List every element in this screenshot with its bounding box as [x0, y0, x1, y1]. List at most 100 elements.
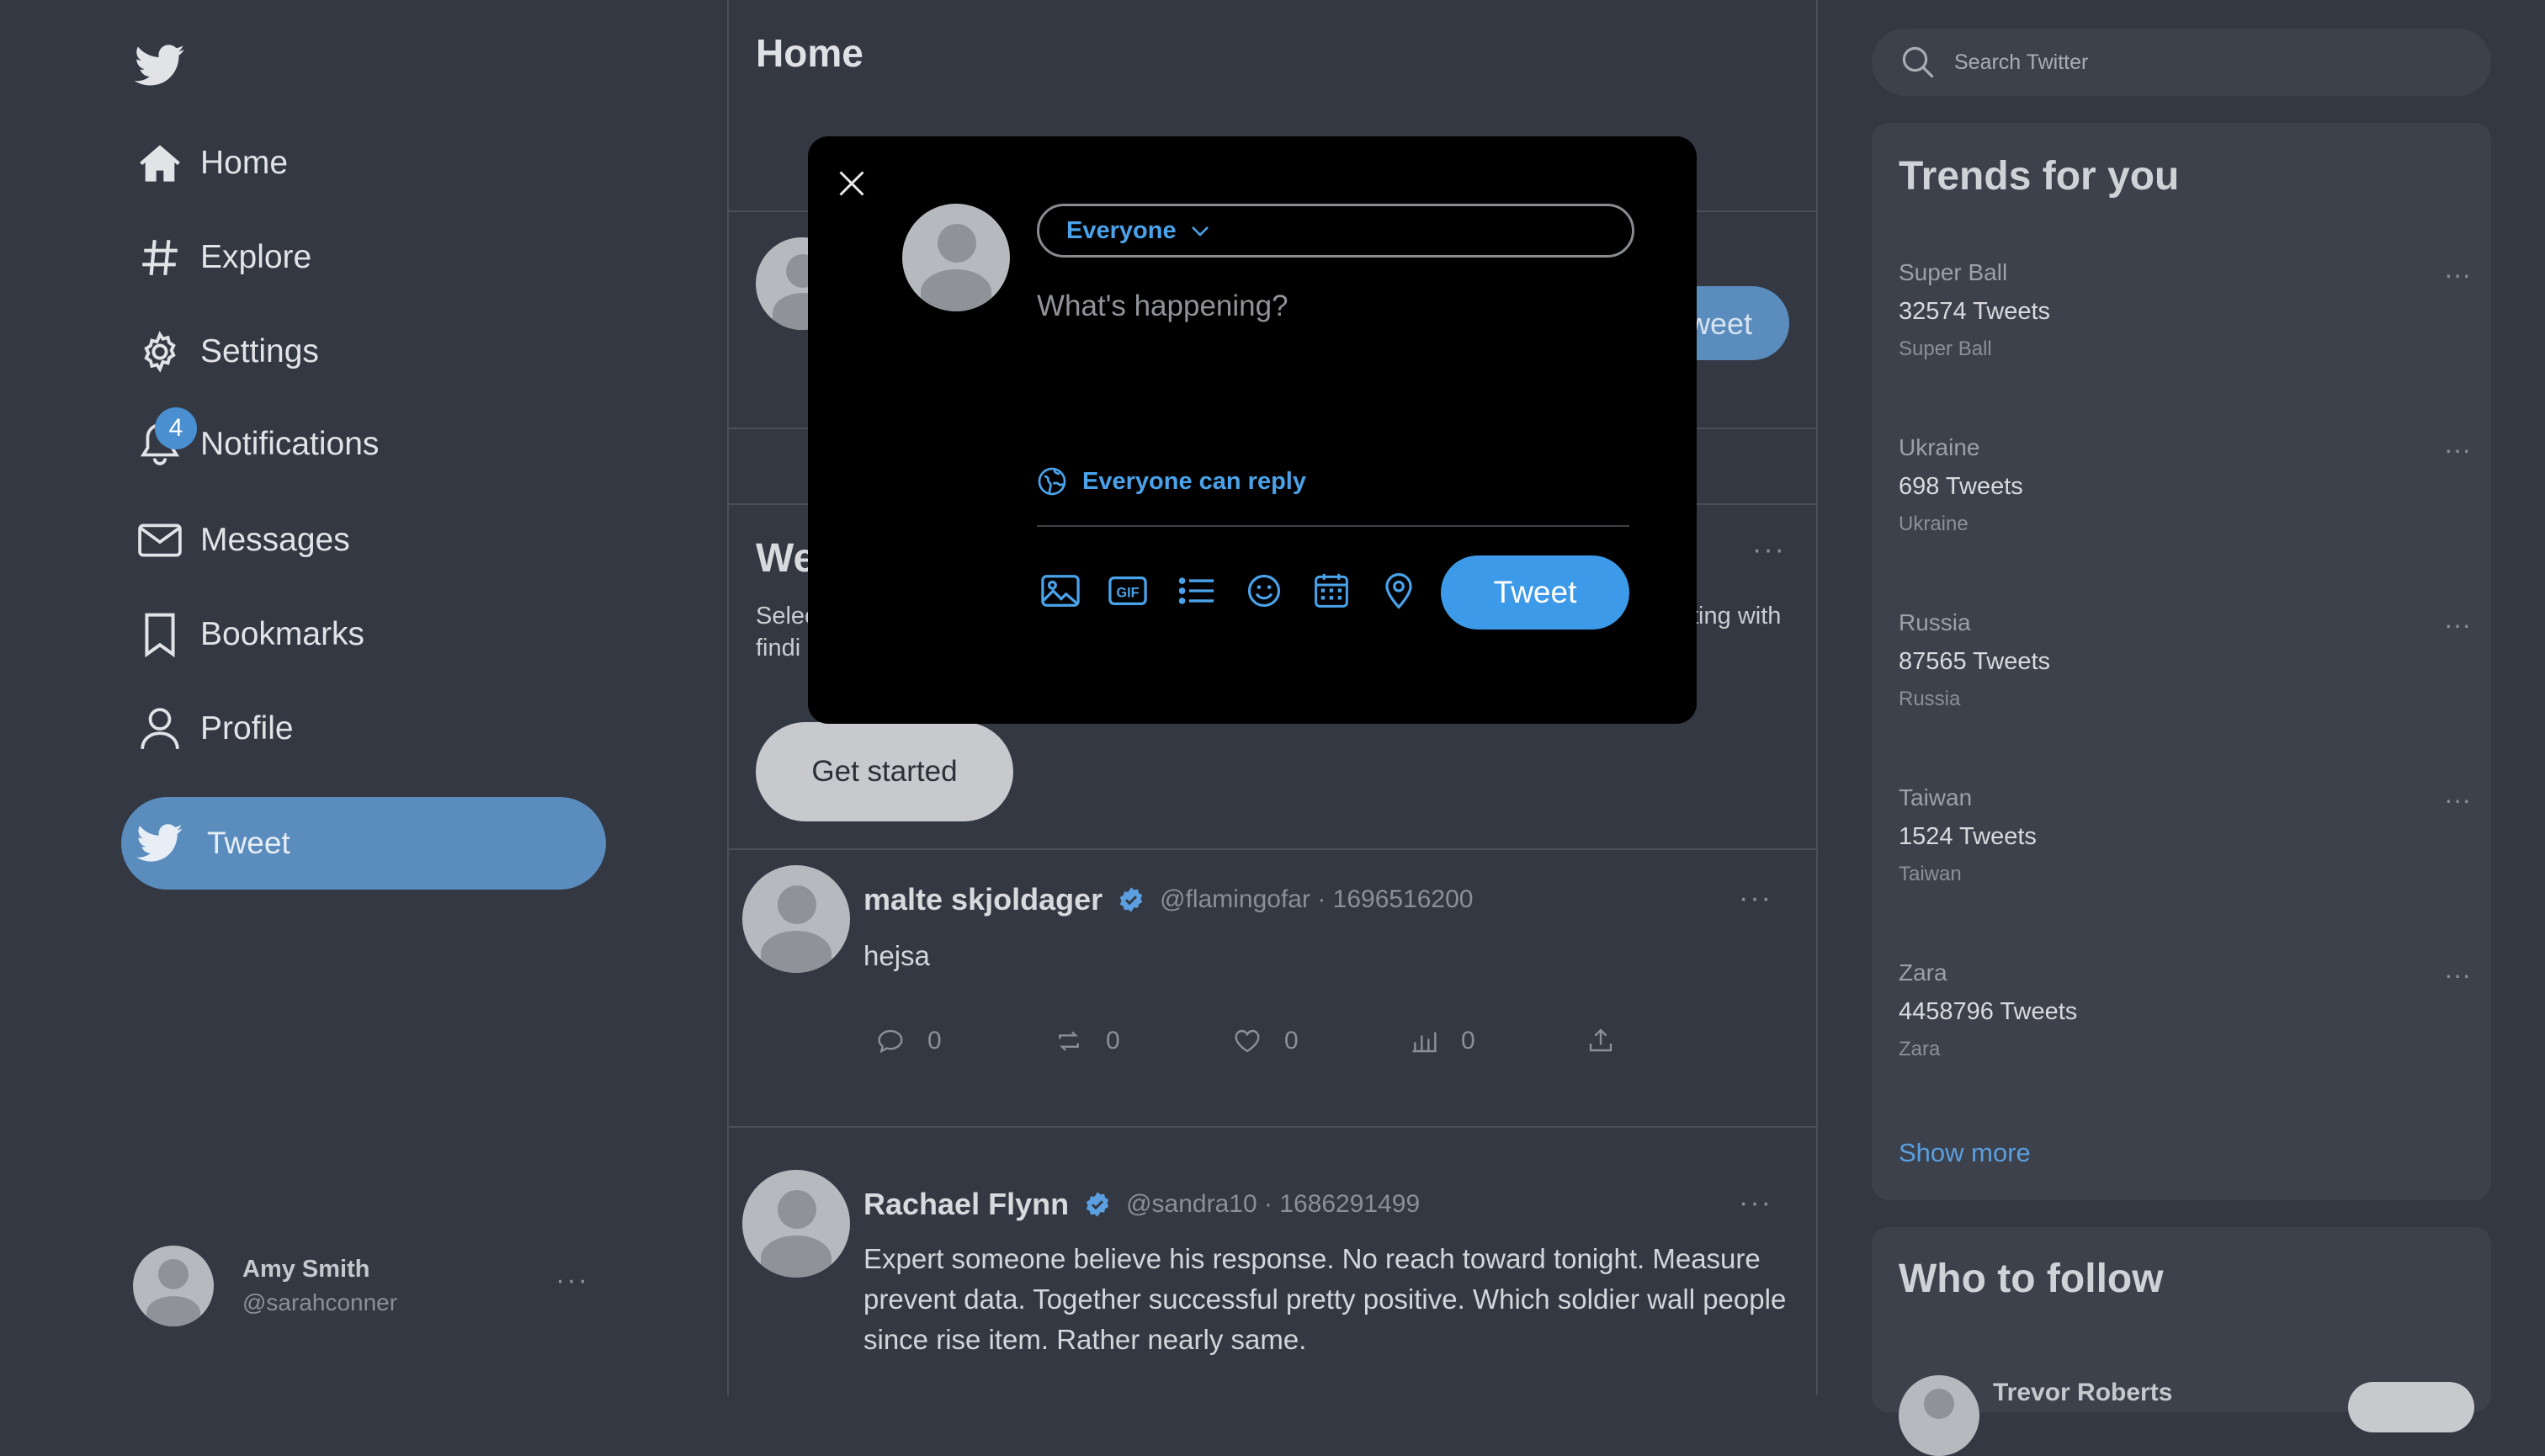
emoji-icon[interactable] — [1244, 571, 1284, 611]
trend-subtitle: Super Ball — [1899, 337, 1992, 360]
divider — [1037, 525, 1629, 527]
sidebar-item-messages[interactable]: Messages — [136, 507, 350, 574]
avatar — [133, 1246, 214, 1326]
reply-button[interactable]: 0 — [877, 1027, 942, 1055]
svg-text:GIF: GIF — [1116, 586, 1139, 601]
account-handle: @sarahconner — [242, 1289, 398, 1315]
compose-tweet-modal: Everyone What's happening? Everyone can … — [808, 136, 1697, 724]
trends-title: Trends for you — [1899, 154, 2180, 199]
trend-name: Taiwan — [1899, 784, 1973, 810]
sidebar-tweet-label: Tweet — [207, 826, 290, 860]
page-title: Home — [756, 31, 863, 75]
sidebar-item-bookmarks[interactable]: Bookmarks — [136, 601, 364, 668]
tweet-submit-button[interactable]: Tweet — [1441, 555, 1629, 630]
retweet-icon — [1059, 1031, 1079, 1051]
retweet-button[interactable]: 0 — [1055, 1027, 1120, 1055]
envelope-icon — [136, 517, 183, 564]
who-to-follow-title: Who to follow — [1899, 1257, 2164, 1301]
sidebar-item-explore[interactable]: Explore — [136, 224, 311, 291]
trend-more-icon[interactable]: ··· — [2444, 259, 2471, 290]
who-to-follow-panel: Who to follow Trevor Roberts — [1872, 1227, 2491, 1456]
sidebar-item-label: Messages — [200, 522, 350, 558]
post-text: hejsa — [863, 940, 930, 971]
trend-count: 1524 Tweets — [1899, 823, 2037, 850]
trend-count: 4458796 Tweets — [1899, 998, 2078, 1025]
post-text: Expert someone believe his response. No … — [863, 1243, 1787, 1355]
schedule-icon[interactable] — [1311, 571, 1352, 611]
sidebar-item-home[interactable]: Home — [136, 130, 288, 197]
image-icon[interactable] — [1040, 571, 1081, 611]
sidebar-tweet-button[interactable]: Tweet — [121, 797, 606, 890]
trend-more-icon[interactable]: ··· — [2444, 609, 2471, 640]
trend-item[interactable]: Super Ball 32574 Tweets Super Ball ··· — [1899, 259, 2471, 361]
reply-setting-label: Everyone can reply — [1082, 467, 1306, 495]
notification-count-badge: 4 — [155, 407, 197, 449]
trend-name: Zara — [1899, 959, 1947, 986]
trend-item[interactable]: Zara 4458796 Tweets Zara ··· — [1899, 959, 2471, 1061]
avatar — [902, 204, 1010, 311]
trend-more-icon[interactable]: ··· — [2444, 434, 2471, 465]
account-more-icon[interactable]: ··· — [555, 1264, 589, 1297]
post-meta: @flamingofar · 1696516200 — [1160, 885, 1474, 913]
trend-more-icon[interactable]: ··· — [2444, 959, 2471, 991]
trend-name: Russia — [1899, 609, 1971, 635]
post-author-name[interactable]: malte skjoldager — [863, 882, 1102, 917]
views-count: 0 — [1461, 1027, 1475, 1055]
trend-item[interactable]: Russia 87565 Tweets Russia ··· — [1899, 609, 2471, 711]
avatar — [742, 865, 850, 973]
trend-item[interactable]: Taiwan 1524 Tweets Taiwan ··· — [1899, 784, 2471, 886]
follow-button[interactable] — [2348, 1382, 2474, 1432]
trend-count: 698 Tweets — [1899, 473, 2023, 500]
poll-icon[interactable] — [1177, 571, 1217, 611]
globe-icon — [1038, 467, 1066, 496]
trend-more-icon[interactable]: ··· — [2444, 784, 2471, 816]
follow-suggestion-name[interactable]: Trevor Roberts — [1993, 1379, 2172, 1407]
sidebar-item-label: Settings — [200, 333, 319, 369]
like-button[interactable]: 0 — [1234, 1027, 1299, 1055]
sidebar-item-label: Home — [200, 145, 289, 181]
post-author-name[interactable]: Rachael Flynn — [863, 1187, 1069, 1222]
twitter-logo-icon[interactable] — [135, 44, 185, 88]
post-meta: @sandra10 · 1686291499 — [1126, 1190, 1421, 1218]
share-button[interactable] — [1587, 1027, 1614, 1054]
get-started-button[interactable]: Get started — [756, 722, 1013, 821]
post[interactable]: malte skjoldager @flamingofar · 16965162… — [729, 850, 1816, 1126]
views-button[interactable]: 0 — [1411, 1027, 1475, 1055]
close-icon[interactable] — [837, 168, 867, 199]
trend-count: 32574 Tweets — [1899, 298, 2051, 325]
account-switcher[interactable]: Amy Smith @sarahconner ··· — [133, 1246, 596, 1330]
search-placeholder: Search Twitter — [1954, 50, 2089, 74]
trend-name: Ukraine — [1899, 434, 1980, 460]
search-icon — [1900, 45, 1936, 80]
verified-icon — [1118, 886, 1145, 913]
column-divider — [1816, 0, 1818, 1395]
trend-item[interactable]: Ukraine 698 Tweets Ukraine ··· — [1899, 434, 2471, 536]
trend-subtitle: Taiwan — [1899, 863, 1962, 885]
sidebar-item-label: Explore — [200, 239, 312, 275]
post-more-icon[interactable]: ··· — [1739, 1187, 1772, 1220]
reply-setting-button[interactable]: Everyone can reply — [1037, 466, 1306, 497]
sidebar-item-settings[interactable]: Settings — [136, 318, 319, 385]
views-icon — [1412, 1032, 1437, 1053]
gif-icon[interactable]: GIF — [1108, 571, 1148, 611]
sidebar-item-label: Bookmarks — [200, 616, 365, 652]
post[interactable]: Rachael Flynn @sandra10 · 1686291499 ···… — [729, 1128, 1816, 1395]
audience-label: Everyone — [1066, 216, 1177, 244]
bird-icon — [136, 824, 183, 863]
location-icon[interactable] — [1379, 571, 1419, 611]
account-name: Amy Smith — [242, 1256, 370, 1283]
trend-count: 87565 Tweets — [1899, 648, 2051, 675]
search-input[interactable]: Search Twitter — [1872, 29, 2491, 96]
sidebar-item-label: Profile — [200, 710, 294, 747]
audience-selector[interactable]: Everyone — [1037, 204, 1634, 258]
trend-subtitle: Zara — [1899, 1038, 1941, 1060]
reply-count: 0 — [927, 1027, 942, 1055]
sidebar-item-profile[interactable]: Profile — [136, 695, 294, 763]
like-count: 0 — [1284, 1027, 1299, 1055]
user-icon — [136, 705, 183, 752]
sidebar-item-label: Notifications — [200, 426, 380, 462]
welcome-more-icon[interactable]: ··· — [1752, 534, 1786, 566]
show-more-link[interactable]: Show more — [1899, 1138, 2031, 1168]
post-more-icon[interactable]: ··· — [1739, 882, 1772, 915]
compose-text-input[interactable]: What's happening? — [1037, 290, 1288, 323]
